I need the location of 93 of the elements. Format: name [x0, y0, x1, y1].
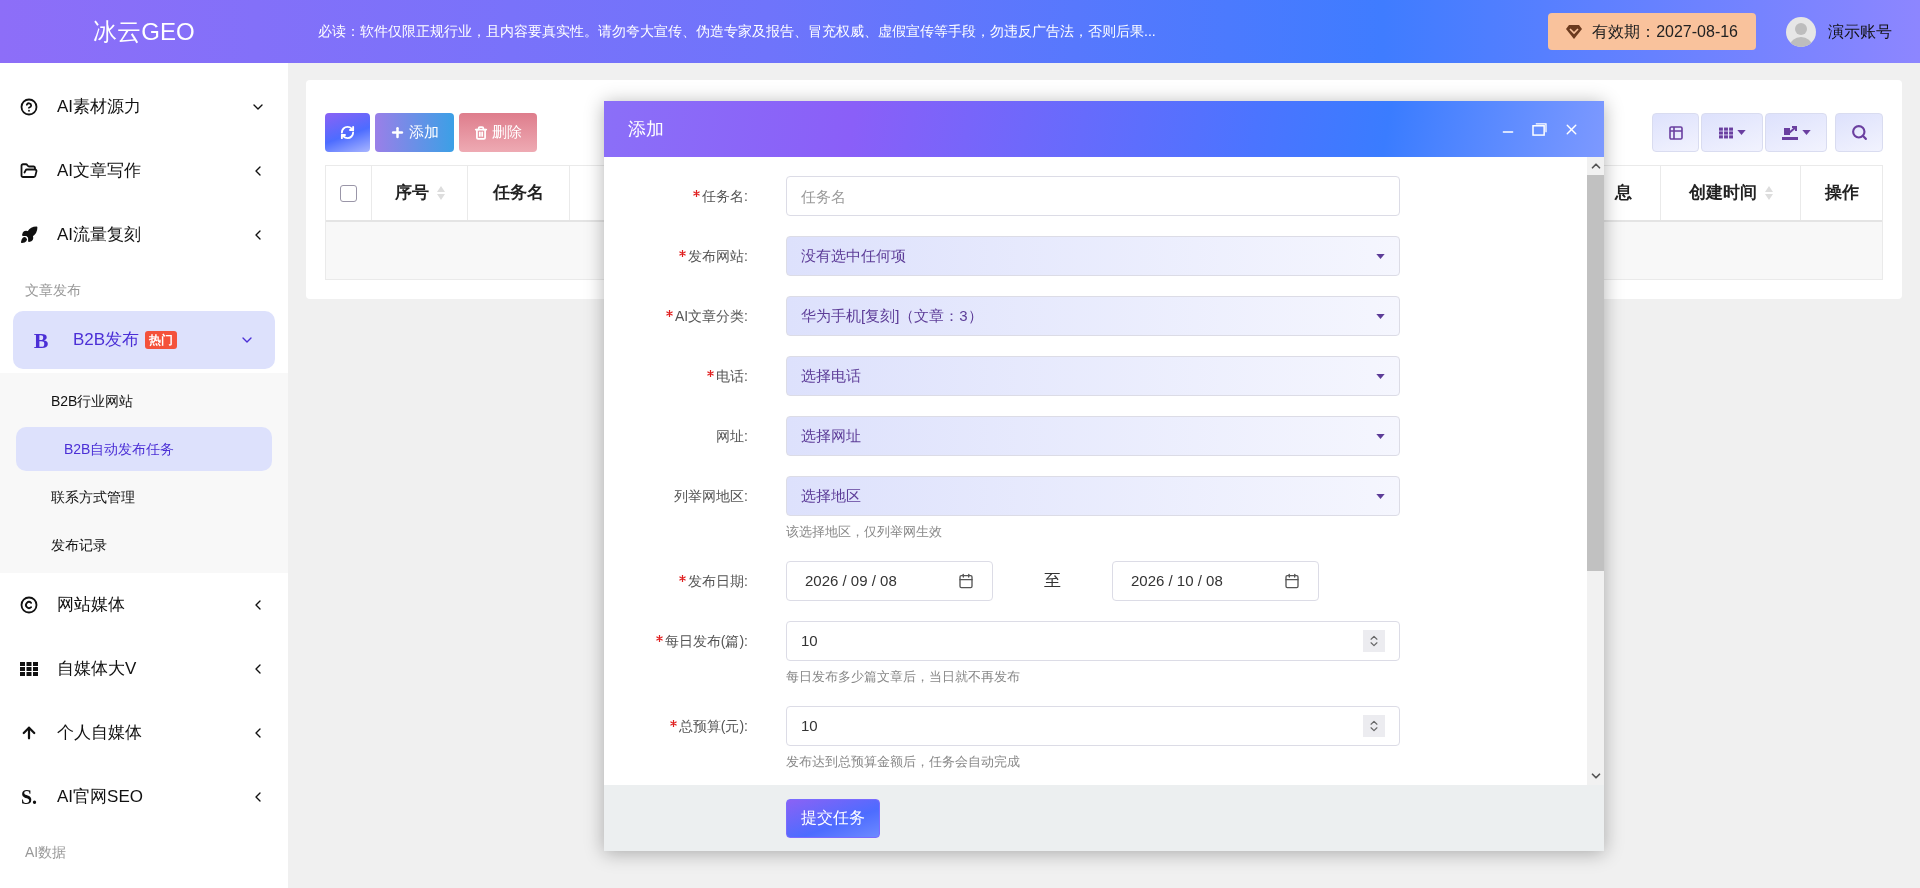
caret-icon	[1376, 313, 1385, 319]
trash-icon	[474, 125, 488, 140]
field-hint: 每日发布多少篇文章后，当日就不再发布	[786, 668, 1021, 686]
expiry-badge: 有效期：2027-08-16	[1548, 13, 1756, 50]
refresh-icon	[340, 125, 355, 140]
column-header: 任务名	[493, 182, 544, 205]
submit-button[interactable]: 提交任务	[786, 798, 880, 838]
sidebar-item[interactable]: 网站媒体	[0, 573, 288, 637]
date-field[interactable]: 2026 / 09 / 08	[786, 561, 993, 601]
required-asterisk-icon	[679, 574, 687, 582]
column-header: 息	[1615, 182, 1632, 205]
dialog-title: 添加	[628, 117, 664, 141]
folder-icon	[19, 162, 39, 180]
required-asterisk-icon	[669, 719, 677, 727]
user-avatar[interactable]	[1786, 16, 1816, 47]
number-field[interactable]: 10	[786, 706, 1400, 746]
field-label: 发布网站:	[688, 246, 748, 266]
search-icon	[1850, 124, 1868, 141]
search-button[interactable]	[1835, 113, 1883, 152]
select-all-checkbox[interactable]	[340, 184, 357, 202]
column-header: 操作	[1824, 182, 1859, 205]
required-asterisk-icon	[665, 309, 673, 317]
glyph-icon: B	[31, 323, 51, 357]
hot-badge: 热门	[145, 331, 178, 349]
maximize-icon[interactable]	[1532, 122, 1547, 136]
rocket-icon	[19, 226, 39, 244]
caret-icon	[1376, 253, 1385, 259]
required-asterisk-icon	[655, 634, 663, 642]
copyright-icon	[19, 596, 39, 614]
calendar-icon	[958, 573, 974, 589]
select-field[interactable]: 华为手机[复刻]（文章：3）	[786, 296, 1400, 336]
sidebar-section-label: 文章发布	[24, 281, 82, 300]
caret-icon	[1376, 373, 1385, 379]
submenu-item[interactable]: 联系方式管理	[16, 475, 272, 519]
sidebar-item[interactable]: AI文章写作	[0, 139, 288, 203]
diamond-icon	[1566, 24, 1583, 39]
submenu-item[interactable]: 发布记录	[16, 523, 272, 567]
field-label: 网址:	[716, 426, 748, 446]
submenu-item[interactable]: B2B行业网站	[16, 379, 272, 423]
field-label: 任务名:	[702, 186, 748, 206]
field-label: 发布日期:	[688, 571, 748, 591]
field-label: 电话:	[716, 366, 748, 386]
spinner-icon[interactable]	[1363, 715, 1385, 737]
list-icon	[1667, 124, 1684, 141]
range-separator: 至	[1043, 570, 1062, 593]
field-label: 列举网地区:	[674, 486, 748, 506]
view-toggle-button[interactable]	[1652, 113, 1699, 152]
sort-icon	[1764, 186, 1773, 200]
sidebar-item[interactable]: B B2B发布 热门	[13, 311, 275, 369]
export-button[interactable]	[1765, 113, 1827, 152]
caret-icon	[1736, 130, 1746, 135]
select-field[interactable]: 选择电话	[786, 356, 1400, 396]
grid-icon	[1718, 126, 1733, 139]
required-asterisk-icon	[693, 189, 701, 197]
text-field[interactable]: 任务名	[786, 176, 1400, 216]
sidebar-item[interactable]: AI素材源力	[0, 75, 288, 139]
sidebar-item[interactable]: S. AI官网SEO	[0, 765, 288, 829]
app-logo: 冰云GEO	[93, 16, 195, 47]
caret-icon	[1801, 130, 1811, 135]
field-label: AI文章分类:	[674, 306, 748, 326]
export-icon	[1781, 125, 1798, 140]
scrollbar[interactable]	[1587, 157, 1604, 785]
column-header: 序号	[394, 182, 429, 205]
required-asterisk-icon	[707, 369, 715, 377]
notice-text: 必读：软件仅限正规行业，且内容要真实性。请勿夸大宣传、伪造专家及报告、冒充权威、虚假宣传等手段，勿违反广告法，否则后果...	[318, 22, 1156, 41]
plus-icon	[390, 125, 405, 140]
select-field[interactable]: 选择网址	[786, 416, 1400, 456]
field-label: 每日发布(篇):	[664, 631, 748, 651]
sort-icon	[436, 186, 445, 200]
sidebar-item[interactable]: AI流量复刻	[0, 203, 288, 267]
help-circle-icon	[19, 98, 39, 116]
caret-icon	[1376, 493, 1385, 499]
field-hint: 该选择地区，仅列举网生效	[786, 523, 943, 541]
refresh-button[interactable]	[325, 113, 370, 152]
select-field[interactable]: 没有选中任何项	[786, 236, 1400, 276]
columns-button[interactable]	[1701, 113, 1763, 152]
user-name[interactable]: 演示账号	[1828, 19, 1892, 44]
glyph-icon: S.	[19, 782, 39, 812]
field-hint: 发布达到总预算金额后，任务会自动完成	[786, 753, 1021, 771]
number-field[interactable]: 10	[786, 621, 1400, 661]
date-field[interactable]: 2026 / 10 / 08	[1112, 561, 1319, 601]
sidebar-item[interactable]: 自媒体大V	[0, 637, 288, 701]
sidebar-item[interactable]: 个人自媒体	[0, 701, 288, 765]
calendar-icon	[1284, 573, 1300, 589]
grid-icon	[20, 662, 38, 676]
required-asterisk-icon	[679, 249, 687, 257]
submenu-item[interactable]: B2B自动发布任务	[16, 427, 272, 471]
field-label: 总预算(元):	[678, 716, 748, 736]
spinner-icon[interactable]	[1363, 630, 1385, 652]
caret-icon	[1376, 433, 1385, 439]
sidebar-section-label: AI数据	[24, 843, 68, 862]
select-field[interactable]: 选择地区	[786, 476, 1400, 516]
column-header: 创建时间	[1688, 182, 1757, 205]
